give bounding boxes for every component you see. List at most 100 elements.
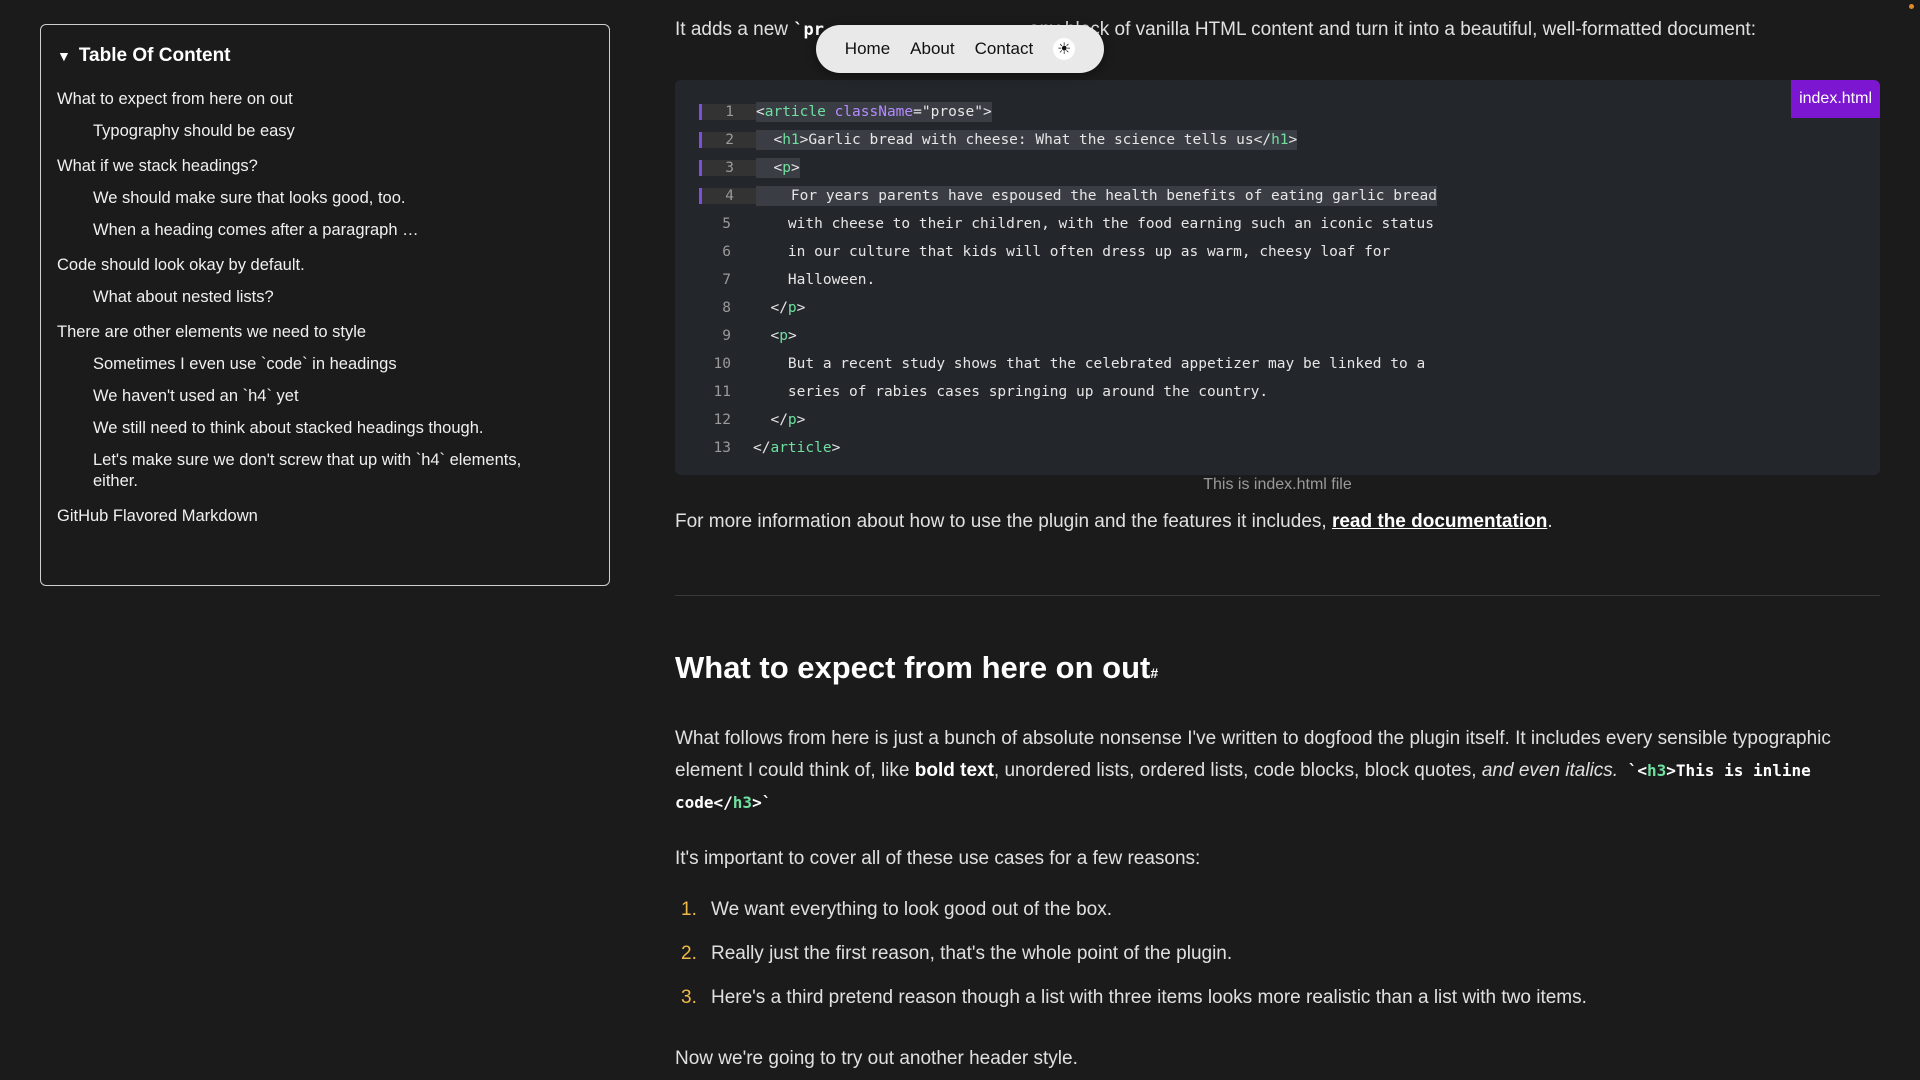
anchor-link[interactable]: # [1150, 665, 1158, 681]
code-token: h1 [782, 132, 800, 148]
code-token: > [787, 328, 797, 344]
toc-item[interactable]: What about nested lists? [57, 287, 563, 308]
inline-code-tag: h3 [1647, 761, 1667, 780]
toc-list: What to expect from here on out Typograph… [57, 89, 593, 527]
toc-item[interactable]: We haven't used an `h4` yet [57, 386, 563, 407]
line-number: 1 [699, 104, 756, 120]
toc-item[interactable]: What if we stack headings? [57, 156, 593, 177]
documentation-link[interactable]: read the documentation [1332, 511, 1547, 532]
ordered-list: 1. We want everything to look good out of… [675, 898, 1587, 1030]
code-token: with cheese to their children, with the … [753, 216, 1434, 232]
code-line: 4 For years parents have espoused the he… [699, 182, 1856, 210]
code-token: p [779, 328, 788, 344]
code-text: <p> [753, 326, 797, 346]
code-token: article [770, 440, 832, 456]
code-token: p [787, 300, 797, 316]
triangle-down-icon: ▼ [57, 48, 71, 64]
sun-icon[interactable]: ☀ [1053, 38, 1076, 60]
toc-item[interactable]: There are other elements we need to styl… [57, 322, 593, 343]
filename-badge: index.html [1791, 80, 1880, 118]
section-heading-text: What to expect from here on out [675, 650, 1151, 685]
bold-text: bold text [914, 760, 994, 781]
toc-item[interactable]: We should make sure that looks good, too… [57, 188, 563, 209]
more-text: For more information about how to use th… [675, 511, 1332, 532]
code-text: <article className="prose"> [756, 102, 992, 122]
top-nav: Home About Contact ☀ [816, 25, 1104, 73]
italic-text: and even italics. [1481, 760, 1619, 781]
code-line: 9 <p> [699, 322, 1856, 350]
toc-item[interactable]: Sometimes I even use `code` in headings [57, 354, 563, 375]
line-number: 7 [722, 272, 731, 288]
list-item: 2. Really just the first reason, that's t… [675, 942, 1587, 966]
code-token: But a recent study shows that the celebr… [753, 356, 1426, 372]
code-token: > [831, 440, 841, 456]
code-text: But a recent study shows that the celebr… [753, 354, 1425, 374]
code-text: series of rabies cases springing up arou… [753, 382, 1268, 402]
toc-item[interactable]: Code should look okay by default. [57, 255, 593, 276]
code-line: 1 <article className="prose"> [699, 98, 1856, 126]
list-text: Here's a third pretend reason though a l… [711, 987, 1587, 1008]
line-number: 13 [713, 440, 731, 456]
code-token: < [756, 132, 783, 148]
nav-contact-link[interactable]: Contact [975, 39, 1034, 59]
section-heading: What to expect from here on out# [675, 650, 1158, 686]
line-number: 8 [722, 300, 731, 316]
line-number: 11 [713, 384, 731, 400]
line-number: 10 [713, 356, 731, 372]
code-block: index.html 1 <article className="prose"> 2… [675, 80, 1880, 475]
nav-about-link[interactable]: About [910, 39, 954, 59]
code-token: > [796, 412, 806, 428]
code-lines: 1 <article className="prose"> 2 <h1>Garlic… [699, 98, 1856, 462]
table-of-contents: ▼ Table Of Content What to expect from h… [40, 24, 610, 586]
toc-item[interactable]: GitHub Flavored Markdown [57, 506, 593, 527]
code-token: series of rabies cases springing up arou… [753, 384, 1269, 400]
toc-item[interactable]: Typography should be easy [57, 121, 563, 142]
code-text: <p> [756, 158, 800, 178]
code-token: h1 [1271, 132, 1289, 148]
status-dot [1909, 4, 1914, 9]
line-number: 9 [722, 328, 731, 344]
code-line: 3 <p> [699, 154, 1856, 182]
line-number: 2 [699, 132, 756, 148]
code-text: </p> [753, 298, 805, 318]
code-text: For years parents have espoused the heal… [756, 186, 1437, 206]
inline-code-tag: h3 [732, 793, 753, 812]
code-token: >Garlic bread with cheese: What the scie… [799, 132, 1272, 148]
code-line: 6 in our culture that kids will often dr… [699, 238, 1856, 266]
intro-text-end: any block of vanilla HTML content and tu… [1029, 19, 1756, 40]
list-text: Really just the first reason, that's the… [711, 943, 1233, 964]
p1-text-2: , unordered lists, ordered lists, code b… [993, 760, 1482, 781]
inline-code-part: >` [752, 793, 772, 812]
nav-home-link[interactable]: Home [845, 39, 890, 59]
toc-toggle[interactable]: ▼ Table Of Content [57, 45, 593, 67]
code-line: 8 </p> [699, 294, 1856, 322]
code-token: Halloween. [753, 272, 876, 288]
code-text: with cheese to their children, with the … [753, 214, 1434, 234]
line-number: 4 [699, 188, 756, 204]
toc-item[interactable]: When a heading comes after a paragraph … [57, 220, 563, 241]
code-token: ="prose"> [913, 104, 992, 120]
code-token: className [834, 104, 914, 120]
code-token: article [764, 104, 826, 120]
code-token: </ [753, 412, 788, 428]
line-number: 5 [722, 216, 731, 232]
code-line: 7 Halloween. [699, 266, 1856, 294]
toc-item[interactable]: What to expect from here on out [57, 89, 593, 110]
code-token: p [787, 412, 797, 428]
toc-item[interactable]: Let's make sure we don't screw that up w… [57, 450, 563, 492]
code-caption: This is index.html file [1203, 476, 1352, 493]
code-line: 2 <h1>Garlic bread with cheese: What the… [699, 126, 1856, 154]
line-number: 12 [713, 412, 731, 428]
code-token: </ [753, 300, 788, 316]
inline-code-part: `< [1618, 761, 1647, 780]
toc-title: Table Of Content [78, 45, 231, 66]
toc-item[interactable]: We still need to think about stacked hea… [57, 418, 563, 439]
code-text: </p> [753, 410, 805, 430]
list-text: We want everything to look good out of t… [711, 899, 1113, 920]
list-number: 2. [681, 943, 697, 964]
code-token: > [1288, 132, 1298, 148]
code-line: 11 series of rabies cases springing up a… [699, 378, 1856, 406]
code-text: </article> [753, 438, 840, 458]
code-token: </ [753, 440, 771, 456]
